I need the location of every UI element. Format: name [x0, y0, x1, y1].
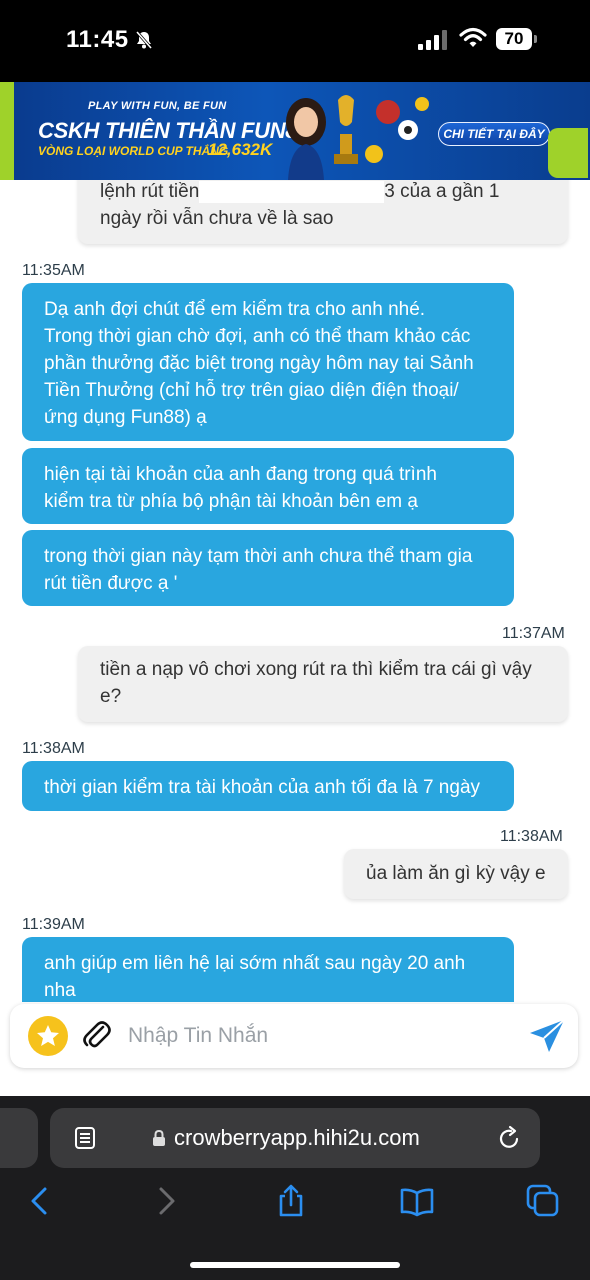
reload-icon[interactable]	[498, 1125, 522, 1151]
timestamp: 11:39AM	[22, 916, 85, 933]
message-line: anh giúp em liên hệ lại sớm nhất sau ngà…	[44, 953, 466, 974]
message-line: nha	[44, 980, 76, 1001]
banner-subtitle: VÒNG LOẠI WORLD CUP THẮNG	[38, 144, 229, 158]
message-line: rút tiền được ạ '	[44, 573, 178, 594]
chat-thread[interactable]: lệnh rút tiền 3 của a gần 1 ngày rồi vẫn …	[0, 180, 590, 1002]
agent-message: Dạ anh đợi chút để em kiểm tra cho anh n…	[22, 283, 514, 441]
message-line: ngày rồi vẫn chưa về là sao	[100, 208, 334, 229]
message-line: Tiền Thưởng (chỉ hỗ trợ trên giao diện đ…	[44, 380, 459, 401]
star-button[interactable]	[28, 1016, 68, 1056]
message-line: lệnh rút tiền 3 của a gần 1	[100, 180, 500, 203]
agent-message: anh giúp em liên hệ lại sớm nhất sau ngà…	[22, 937, 514, 1002]
timestamp: 11:38AM	[22, 740, 85, 757]
message-input[interactable]: Nhập Tin Nhắn	[128, 1024, 268, 1048]
browser-toolbar: crowberryapp.hihi2u.com	[0, 1096, 590, 1280]
message-line: kiểm tra từ phía bộ phận tài khoản bên e…	[44, 491, 418, 512]
bookmarks-icon[interactable]	[400, 1184, 434, 1218]
battery-level: 70	[496, 28, 532, 50]
agent-message: trong thời gian này tạm thời anh chưa th…	[22, 530, 514, 606]
star-icon	[37, 1025, 59, 1046]
message-composer: Nhập Tin Nhắn	[10, 1004, 578, 1068]
banner-amount: 12,632K	[208, 140, 273, 159]
lock-icon	[153, 1129, 165, 1146]
banner-tagline: PLAY WITH FUN, BE FUN	[88, 100, 227, 112]
user-message: ủa làm ăn gì kỳ vậy e	[344, 849, 568, 899]
banner-stripe	[0, 82, 14, 180]
timestamp: 11:37AM	[502, 625, 565, 642]
message-line: ứng dụng Fun88) ạ	[44, 407, 207, 428]
back-icon[interactable]	[24, 1184, 54, 1218]
url-text: crowberryapp.hihi2u.com	[174, 1125, 420, 1150]
message-line: Trong thời gian chờ đợi, anh có thể tham…	[44, 326, 471, 347]
message-line: hiện tại tài khoản của anh đang trong qu…	[44, 464, 437, 485]
tabs-icon[interactable]	[526, 1184, 560, 1218]
bell-slash-icon	[135, 31, 153, 49]
previous-tab[interactable]	[0, 1108, 38, 1168]
reader-icon[interactable]	[74, 1125, 96, 1151]
signal-icon	[418, 30, 447, 50]
message-line: Dạ anh đợi chút để em kiểm tra cho anh n…	[44, 299, 426, 320]
message-line: phần thưởng đặc biệt trong ngày hôm nay …	[44, 353, 474, 374]
status-time: 11:45	[66, 26, 129, 53]
wifi-icon	[459, 27, 487, 47]
agent-message: hiện tại tài khoản của anh đang trong qu…	[22, 448, 514, 524]
user-message: lệnh rút tiền 3 của a gần 1 ngày rồi vẫn …	[78, 180, 568, 244]
forward-icon[interactable]	[152, 1184, 182, 1218]
paperclip-icon[interactable]	[82, 1018, 112, 1052]
message-line: thời gian kiểm tra tài khoản của anh tối…	[44, 777, 481, 798]
agent-message: thời gian kiểm tra tài khoản của anh tối…	[22, 761, 514, 811]
user-message: tiền a nạp vô chơi xong rút ra thì kiểm …	[78, 646, 568, 722]
banner-cta-button[interactable]: CHI TIẾT TẠI ĐÂY	[438, 122, 550, 146]
timestamp: 11:38AM	[500, 828, 563, 845]
address-bar[interactable]: crowberryapp.hihi2u.com	[50, 1108, 540, 1168]
share-icon[interactable]	[276, 1184, 306, 1218]
send-icon[interactable]	[528, 1018, 566, 1054]
message-line: ủa làm ăn gì kỳ vậy e	[366, 863, 546, 884]
message-line: tiền a nạp vô chơi xong rút ra thì kiểm …	[100, 659, 532, 680]
battery-icon: 70	[496, 28, 538, 50]
redacted-text	[199, 180, 385, 203]
timestamp: 11:35AM	[22, 262, 85, 279]
home-indicator	[190, 1262, 400, 1268]
message-line: trong thời gian này tạm thời anh chưa th…	[44, 546, 473, 567]
promo-banner[interactable]: PLAY WITH FUN, BE FUN CSKH THIÊN THẦN FU…	[0, 82, 590, 180]
fun88-logo	[548, 128, 588, 178]
banner-artwork	[286, 95, 429, 180]
message-line: e?	[100, 686, 122, 707]
status-bar: 11:45 70	[0, 0, 590, 82]
